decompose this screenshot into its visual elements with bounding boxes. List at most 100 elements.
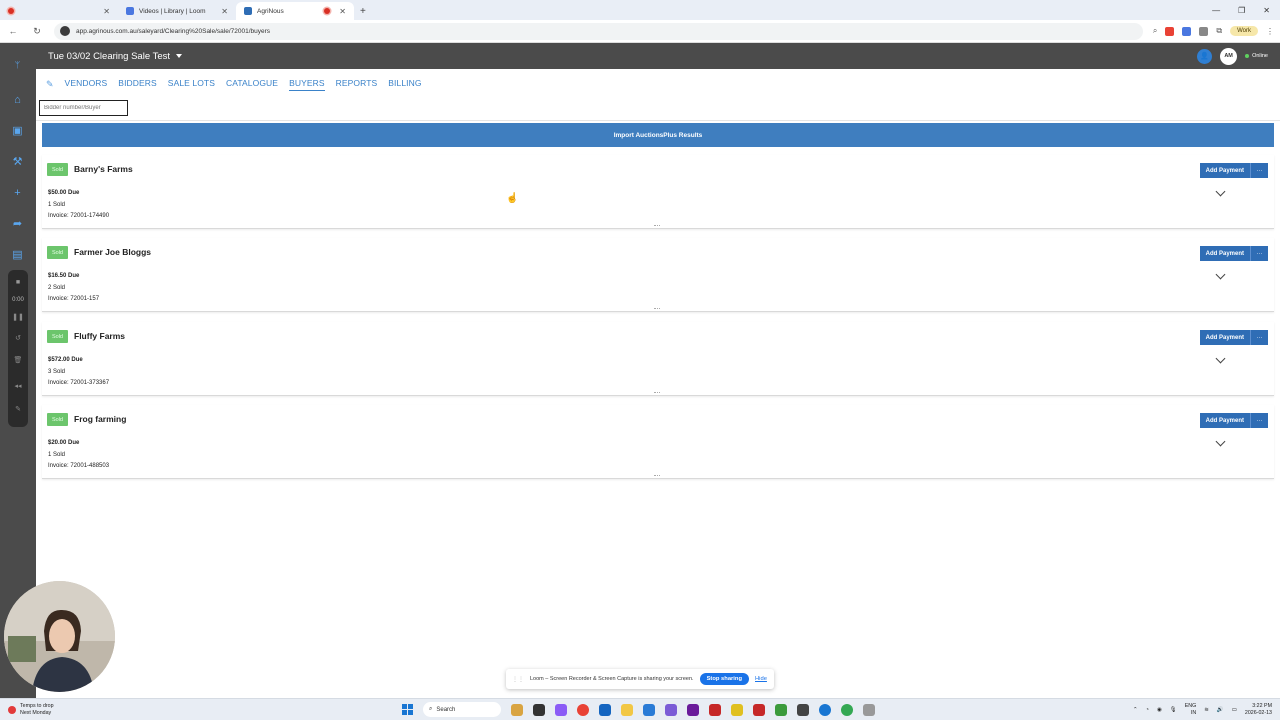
webcam-bubble[interactable] bbox=[4, 581, 115, 692]
microphone-icon[interactable]: 🎙 bbox=[1170, 707, 1177, 713]
app-icon[interactable] bbox=[753, 703, 765, 716]
amount-due: $16.50 Due bbox=[48, 273, 80, 279]
reload-icon[interactable]: ↻ bbox=[30, 26, 44, 37]
tab-reports[interactable]: REPORTS bbox=[336, 78, 378, 90]
close-tab-icon[interactable]: ✕ bbox=[221, 7, 228, 16]
home-icon[interactable]: ⌂ bbox=[11, 94, 24, 107]
loom-favicon-icon bbox=[126, 7, 134, 15]
taskbar-search[interactable]: ⌕ Search bbox=[423, 702, 501, 717]
hide-link[interactable]: Hide bbox=[755, 676, 767, 682]
new-tab-icon[interactable]: + bbox=[354, 6, 372, 20]
tab-bidders[interactable]: BIDDERS bbox=[118, 78, 157, 90]
app-icon[interactable] bbox=[599, 703, 611, 716]
browser-tab-agrinous[interactable]: AgriNous ✕ bbox=[236, 2, 354, 20]
tab-catalogue[interactable]: CATALOGUE bbox=[226, 78, 278, 90]
app-icon[interactable] bbox=[555, 703, 567, 716]
wifi-icon[interactable]: ≋ bbox=[1204, 707, 1209, 713]
puzzle-icon[interactable]: ⧉ bbox=[1216, 26, 1222, 36]
add-payment-button[interactable]: Add Payment bbox=[1199, 413, 1251, 428]
drag-handle-icon[interactable]: ⋮⋮ bbox=[512, 676, 524, 683]
clock[interactable]: 3:22 PM 2026-02-13 bbox=[1245, 703, 1272, 717]
stop-sharing-button[interactable]: Stop sharing bbox=[699, 673, 749, 685]
file-explorer-icon[interactable] bbox=[621, 703, 633, 716]
site-info-icon[interactable] bbox=[60, 26, 70, 36]
edit-pencil-icon[interactable]: ✎ bbox=[46, 79, 54, 90]
avatar[interactable]: AM bbox=[1220, 47, 1238, 65]
app-icon[interactable] bbox=[665, 703, 677, 716]
tab-sale-lots[interactable]: SALE LOTS bbox=[168, 78, 215, 90]
add-payment-button[interactable]: Add Payment bbox=[1199, 163, 1251, 178]
battery-icon[interactable]: ▭ bbox=[1232, 707, 1237, 713]
record-timer: 0:00 bbox=[12, 297, 24, 303]
chrome-icon[interactable] bbox=[577, 703, 589, 716]
buyer-name: Frog farming bbox=[74, 414, 127, 424]
extension-icon[interactable]: ⌕ bbox=[1153, 26, 1157, 36]
chrome-icon[interactable] bbox=[841, 703, 853, 716]
profile-button[interactable]: Work bbox=[1230, 26, 1258, 36]
expand-chevron-icon[interactable] bbox=[1215, 186, 1226, 197]
lang-line-2: IN bbox=[1190, 709, 1197, 716]
app-icon[interactable] bbox=[775, 703, 787, 716]
edge-icon[interactable] bbox=[819, 703, 831, 716]
app-icon[interactable] bbox=[709, 703, 721, 716]
menu-dots-icon[interactable]: ⋮ bbox=[1266, 27, 1274, 36]
expand-chevron-icon[interactable] bbox=[1215, 436, 1226, 447]
tab-billing[interactable]: BILLING bbox=[388, 78, 421, 90]
close-window-icon[interactable]: ✕ bbox=[1263, 6, 1270, 15]
minimize-icon[interactable]: — bbox=[1212, 6, 1220, 15]
taskbar-apps: ⌕ Search bbox=[402, 702, 875, 717]
more-options-button[interactable]: ··· bbox=[1251, 330, 1268, 345]
app-icon[interactable] bbox=[643, 703, 655, 716]
share-icon[interactable]: ➦ bbox=[11, 218, 24, 231]
drag-handle bbox=[654, 475, 660, 476]
extension-icon[interactable] bbox=[1165, 26, 1175, 36]
delete-icon[interactable]: 🗑 bbox=[8, 356, 28, 364]
browser-tab-loom[interactable]: Videos | Library | Loom ✕ bbox=[118, 2, 236, 20]
extension-icon[interactable] bbox=[1182, 26, 1192, 36]
address-bar[interactable]: app.agrinous.com.au/saleyard/Clearing%20… bbox=[54, 22, 1143, 40]
volume-icon[interactable]: 🔊 bbox=[1217, 707, 1224, 713]
expand-chevron-icon[interactable] bbox=[1215, 353, 1226, 364]
add-payment-button[interactable]: Add Payment bbox=[1199, 246, 1251, 261]
tray-chevron-icon[interactable]: ⌃ bbox=[1133, 707, 1138, 713]
language-indicator[interactable]: ENG IN bbox=[1185, 703, 1196, 717]
tray-icon[interactable]: ◔ bbox=[1146, 707, 1149, 713]
back-icon[interactable]: ← bbox=[6, 26, 20, 36]
inbox-icon[interactable]: ▣ bbox=[11, 125, 24, 138]
tab-vendors[interactable]: VENDORS bbox=[65, 78, 108, 90]
app-icon[interactable] bbox=[797, 703, 809, 716]
buyer-search-input[interactable] bbox=[39, 100, 128, 116]
contact-card-icon[interactable]: ▤ bbox=[11, 249, 24, 262]
maximize-icon[interactable]: ❐ bbox=[1238, 6, 1245, 15]
user-icon[interactable]: 👤 bbox=[1197, 48, 1213, 64]
clock-date: 2026-02-13 bbox=[1244, 709, 1272, 716]
weather-widget[interactable]: Temps to drop Next Monday bbox=[8, 703, 54, 716]
app-icon[interactable] bbox=[687, 703, 699, 716]
add-icon[interactable]: + bbox=[11, 187, 24, 200]
more-options-button[interactable]: ··· bbox=[1251, 413, 1268, 428]
stop-record-icon[interactable]: ■ bbox=[8, 279, 28, 286]
start-windows-icon[interactable] bbox=[402, 704, 413, 715]
browser-tab-recording[interactable]: ✕ bbox=[0, 2, 118, 20]
close-tab-icon[interactable]: ✕ bbox=[103, 7, 110, 16]
more-options-button[interactable]: ··· bbox=[1251, 246, 1268, 261]
expand-chevron-icon[interactable] bbox=[1215, 269, 1226, 280]
restart-icon[interactable]: ↺ bbox=[8, 334, 28, 342]
draw-icon[interactable]: ✎ bbox=[8, 405, 28, 413]
pause-icon[interactable]: ❚❚ bbox=[8, 313, 28, 321]
sale-nav-tabs: ✎ VENDORS BIDDERS SALE LOTS CATALOGUE BU… bbox=[46, 75, 422, 93]
gavel-icon[interactable]: ⚒ bbox=[11, 156, 24, 169]
app-icon[interactable] bbox=[731, 703, 743, 716]
sale-selector[interactable]: Tue 03/02 Clearing Sale Test bbox=[48, 51, 182, 62]
app-icon[interactable] bbox=[863, 703, 875, 716]
close-tab-icon[interactable]: ✕ bbox=[339, 7, 346, 16]
rewind-icon[interactable]: ◂◂ bbox=[8, 382, 28, 390]
app-icon[interactable] bbox=[533, 703, 545, 716]
extension-icon[interactable] bbox=[1199, 26, 1209, 36]
tray-icon[interactable]: ◉ bbox=[1157, 707, 1162, 713]
import-auctionsplus-button[interactable]: Import AuctionsPlus Results bbox=[42, 123, 1274, 147]
tab-buyers[interactable]: BUYERS bbox=[289, 78, 325, 91]
app-icon[interactable] bbox=[511, 703, 523, 716]
add-payment-button[interactable]: Add Payment bbox=[1199, 330, 1251, 345]
more-options-button[interactable]: ··· bbox=[1251, 163, 1268, 178]
